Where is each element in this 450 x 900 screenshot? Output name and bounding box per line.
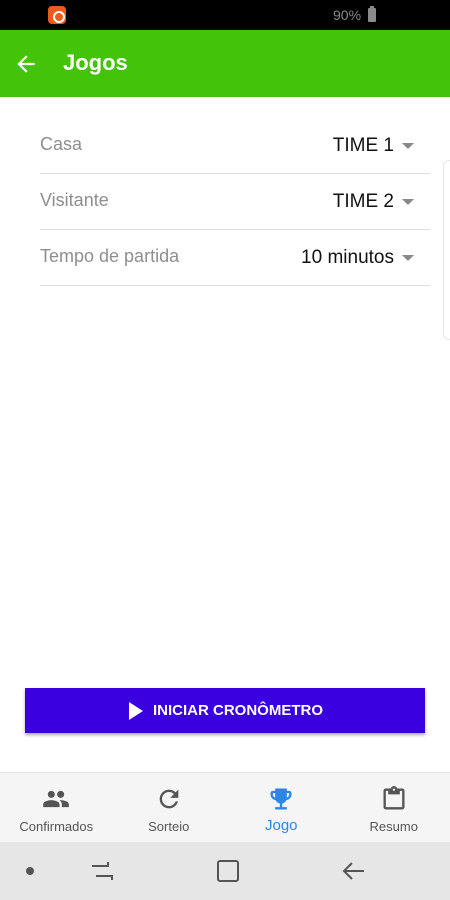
dropdown-arrow-icon <box>402 143 414 149</box>
arrow-back-icon <box>17 55 35 73</box>
home-team-value: TIME 1 <box>332 135 394 156</box>
nav-label-jogo: Jogo <box>264 817 298 834</box>
nav-item-sorteio[interactable]: Sorteio <box>113 773 226 842</box>
home-team-select[interactable]: TIME 1 <box>333 132 414 160</box>
away-team-row: Visitante TIME 2 <box>40 174 430 230</box>
match-duration-label: Tempo de partida <box>40 246 180 266</box>
system-navigation-bar <box>0 842 450 900</box>
nav-item-confirmados[interactable]: Confirmados <box>0 773 113 842</box>
back-button[interactable] <box>6 44 46 84</box>
bottom-navigation: Confirmados Sorteio Jogo Resumo <box>0 772 450 842</box>
notification-app-icon <box>48 6 66 24</box>
dropdown-arrow-icon <box>402 255 414 261</box>
play-icon <box>129 701 143 720</box>
system-back-icon[interactable] <box>340 858 368 884</box>
home-team-label: Casa <box>40 134 83 154</box>
nav-label-sorteio: Sorteio <box>148 819 190 834</box>
away-team-select[interactable]: TIME 2 <box>333 188 414 216</box>
away-team-value: TIME 2 <box>332 191 394 212</box>
trophy-icon <box>267 785 295 813</box>
home-team-row: Casa TIME 1 <box>40 118 430 174</box>
match-duration-select[interactable]: 10 minutos <box>301 244 414 272</box>
edge-panel-handle[interactable] <box>443 160 450 340</box>
battery-icon <box>368 6 376 22</box>
people-icon <box>42 785 70 813</box>
battery-percentage: 90% <box>333 7 362 23</box>
nav-label-confirmados: Confirmados <box>19 819 94 834</box>
nav-item-resumo[interactable]: Resumo <box>338 773 450 842</box>
page-title: Jogos <box>63 50 128 75</box>
status-bar: 90% <box>0 0 450 30</box>
app-bar: Jogos <box>0 30 450 97</box>
match-duration-value: 10 minutos <box>301 247 394 268</box>
recent-apps-icon[interactable] <box>88 858 116 884</box>
refresh-icon <box>155 785 183 813</box>
start-timer-button[interactable]: INICIAR CRONÔMETRO <box>25 688 425 733</box>
start-timer-label: INICIAR CRONÔMETRO <box>153 702 323 719</box>
match-form: Casa TIME 1 Visitante TIME 2 Tempo de pa… <box>40 118 430 286</box>
app-screen: 90% Jogos Casa TIME 1 Visitante TIME 2 T… <box>0 0 450 900</box>
match-duration-row: Tempo de partida 10 minutos <box>40 230 430 286</box>
clipboard-icon <box>380 785 408 813</box>
nav-dot-icon[interactable] <box>26 867 34 875</box>
dropdown-arrow-icon <box>402 199 414 205</box>
nav-item-jogo[interactable]: Jogo <box>225 773 338 842</box>
nav-label-resumo: Resumo <box>369 819 418 834</box>
away-team-label: Visitante <box>40 190 109 210</box>
home-icon[interactable] <box>217 860 239 882</box>
